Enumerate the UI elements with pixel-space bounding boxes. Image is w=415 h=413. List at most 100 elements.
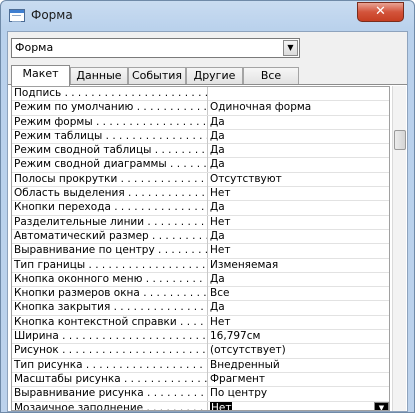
leader-dots: . . . . . . . . . . . . . . . . . . . . … [62, 344, 207, 357]
property-name: Масштабы рисунка . . . . . . . . . . . .… [14, 373, 207, 386]
property-row[interactable]: Кнопка закрытия . . . . . . . . . . . . … [12, 301, 389, 316]
property-row[interactable]: Выравнивание рисунка . . . . . . . . . .… [12, 387, 389, 402]
tab-layout[interactable]: Макет [11, 65, 70, 86]
property-value-text: Фрагмент [210, 372, 266, 385]
property-value[interactable]: Да [207, 144, 389, 159]
property-value[interactable]: Все [207, 287, 389, 302]
property-name: Тип границы . . . . . . . . . . . . . . … [14, 259, 207, 272]
property-value[interactable]: Да [207, 229, 389, 244]
tab-data[interactable]: Данные [70, 67, 128, 85]
property-row[interactable]: Ширина . . . . . . . . . . . . . . . . .… [12, 330, 389, 345]
property-value[interactable]: Да [207, 158, 389, 173]
property-value[interactable]: Да [207, 129, 389, 144]
property-value[interactable]: Фрагмент [207, 372, 389, 387]
property-row[interactable]: Тип рисунка . . . . . . . . . . . . . . … [12, 358, 389, 373]
property-value[interactable]: Да [207, 301, 389, 316]
property-row[interactable]: Мозаичное заполнение . . . . . . . . . .… [12, 401, 389, 410]
property-name-label: Режим формы [14, 115, 93, 128]
leader-dots: . . . . . . . . . . . . . . . . . . . . … [143, 287, 207, 300]
property-name-label: Масштабы рисунка [14, 372, 121, 385]
property-row[interactable]: Режим по умолчанию . . . . . . . . . . .… [12, 101, 389, 116]
property-name: Тип рисунка . . . . . . . . . . . . . . … [14, 359, 207, 372]
property-row[interactable]: Режим формы . . . . . . . . . . . . . . … [12, 115, 389, 130]
property-row[interactable]: Подпись . . . . . . . . . . . . . . . . … [12, 87, 389, 102]
property-name-label: Кнопка оконного меню [14, 272, 143, 285]
leader-dots: . . . . . . . . . . . . . . . . . . . . … [158, 244, 207, 257]
title-bar[interactable]: Форма ✕ [1, 1, 414, 30]
property-name-label: Тип границы [14, 258, 86, 271]
tab-all[interactable]: Все [243, 67, 299, 85]
property-sheet-icon [9, 9, 25, 22]
property-value[interactable]: Да [207, 272, 389, 287]
property-value[interactable]: Изменяемая [207, 258, 389, 273]
property-name: Режим по умолчанию . . . . . . . . . . .… [14, 101, 207, 114]
property-row[interactable]: Разделительные линии . . . . . . . . . .… [12, 215, 389, 230]
property-value[interactable]: Нет ▼ [207, 401, 389, 410]
leader-dots: . . . . . . . . . . . . . . . . . . . . … [120, 172, 207, 185]
leader-dots: . . . . . . . . . . . . . . . . . . . . … [145, 272, 207, 285]
property-row[interactable]: Полосы прокрутки . . . . . . . . . . . .… [12, 172, 389, 188]
property-row[interactable]: Режим сводной диаграммы . . . . . . . . … [12, 158, 389, 173]
property-value[interactable]: Да [207, 115, 389, 130]
leader-dots: . . . . . . . . . . . . . . . . . . . . … [64, 87, 207, 99]
property-value-text: Нет [210, 187, 231, 200]
property-name-label: Режим сводной таблицы [14, 144, 152, 157]
chevron-down-icon[interactable]: ▼ [374, 401, 389, 410]
tab-events[interactable]: События [128, 67, 186, 85]
leader-dots: . . . . . . . . . . . . . . . . . . . . … [147, 215, 207, 228]
property-value[interactable]: Нет [207, 315, 389, 330]
property-name: Выравнивание по центру . . . . . . . . .… [14, 244, 207, 257]
close-button[interactable]: ✕ [357, 2, 404, 22]
property-name-label: Область выделения [14, 187, 125, 200]
property-row[interactable]: Кнопка оконного меню . . . . . . . . . .… [12, 272, 389, 288]
leader-dots: . . . . . . . . . . . . . . . . . . . . … [113, 301, 207, 314]
property-value[interactable]: Да [207, 201, 389, 216]
property-row[interactable]: Кнопки перехода . . . . . . . . . . . . … [12, 201, 389, 216]
object-selector[interactable]: Форма ▼ [11, 38, 300, 58]
property-value-text: Да [210, 301, 225, 314]
object-selector-value: Форма [15, 41, 54, 54]
property-name: Кнопка контекстной справки . . . . . . .… [14, 316, 207, 329]
leader-dots: . . . . . . . . . . . . . . . . . . . . … [85, 358, 207, 371]
property-row[interactable]: Тип границы . . . . . . . . . . . . . . … [12, 258, 389, 273]
property-value[interactable]: 16,797см [207, 330, 389, 345]
scrollbar-thumb[interactable] [394, 130, 406, 150]
leader-dots: . . . . . . . . . . . . . . . . . . . . … [170, 158, 207, 171]
property-value-text: 16,797см [210, 330, 261, 343]
property-name-label: Кнопка контекстной справки [14, 315, 177, 328]
property-row[interactable]: Рисунок . . . . . . . . . . . . . . . . … [12, 344, 389, 359]
property-value[interactable]: Нет [207, 187, 389, 202]
property-value-text: Изменяемая [210, 258, 279, 271]
leader-dots: . . . . . . . . . . . . . . . . . . . . … [88, 258, 207, 271]
property-name: Режим формы . . . . . . . . . . . . . . … [14, 116, 207, 129]
leader-dots: . . . . . . . . . . . . . . . . . . . . … [136, 101, 207, 114]
property-row[interactable]: Кнопка контекстной справки . . . . . . .… [12, 315, 389, 331]
property-name-label: Тип рисунка [14, 358, 83, 371]
property-row[interactable]: Режим сводной таблицы . . . . . . . . . … [12, 144, 389, 159]
property-value-text: Нет [210, 315, 231, 328]
property-name: Мозаичное заполнение . . . . . . . . . .… [14, 402, 207, 410]
property-row[interactable]: Область выделения . . . . . . . . . . . … [12, 187, 389, 202]
property-value[interactable]: Внедренный [207, 358, 389, 373]
tab-other[interactable]: Другие [186, 67, 243, 85]
vertical-scrollbar[interactable] [392, 86, 406, 411]
chevron-down-icon[interactable]: ▼ [283, 40, 298, 56]
property-name: Кнопки размеров окна . . . . . . . . . .… [14, 287, 207, 300]
property-row[interactable]: Масштабы рисунка . . . . . . . . . . . .… [12, 372, 389, 388]
property-name-label: Разделительные линии [14, 215, 145, 228]
property-value[interactable] [207, 87, 389, 101]
property-row[interactable]: Режим таблицы . . . . . . . . . . . . . … [12, 129, 389, 145]
property-row[interactable]: Выравнивание по центру . . . . . . . . .… [12, 244, 389, 259]
property-row[interactable]: Автоматический размер . . . . . . . . . … [12, 229, 389, 245]
property-value[interactable]: По центру [207, 387, 389, 402]
properties-panel: Подпись . . . . . . . . . . . . . . . . … [8, 84, 407, 411]
property-value[interactable]: Нет [207, 215, 389, 230]
property-value[interactable]: (отсутствует) [207, 344, 389, 359]
property-value-text: Да [210, 144, 225, 157]
property-value[interactable]: Отсутствуют [207, 172, 389, 187]
property-row[interactable]: Кнопки размеров окна . . . . . . . . . .… [12, 287, 389, 302]
property-name-label: Режим по умолчанию [14, 101, 134, 114]
property-value[interactable]: Нет [207, 244, 389, 259]
property-name: Автоматический размер . . . . . . . . . … [14, 230, 207, 243]
property-value[interactable]: Одиночная форма [207, 101, 389, 116]
